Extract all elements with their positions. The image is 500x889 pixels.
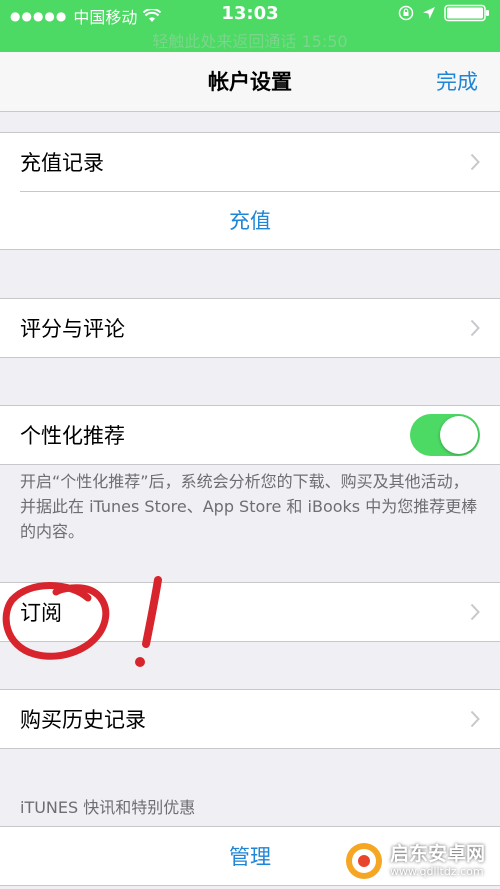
personalized-recommendations-row: 个性化推荐 [0, 406, 500, 464]
rotation-lock-icon [398, 5, 414, 21]
subscriptions-row[interactable]: 订阅 [0, 583, 500, 641]
recharge-history-row[interactable]: 充值记录 [0, 133, 500, 191]
manage-label: 管理 [229, 845, 271, 869]
status-bar: ●●●●● 中国移动 13:03 轻触此处来返回通话 15:50 [0, 0, 500, 52]
chevron-right-icon [470, 319, 480, 337]
ratings-reviews-label: 评分与评论 [20, 317, 125, 341]
personalized-group: 个性化推荐 [0, 405, 500, 465]
purchase-history-label: 购买历史记录 [20, 708, 146, 732]
done-button[interactable]: 完成 [436, 66, 478, 96]
purchase-history-row[interactable]: 购买历史记录 [0, 690, 500, 748]
chevron-right-icon [470, 603, 480, 621]
recharge-history-label: 充值记录 [20, 151, 104, 175]
itunes-section-header: iTUNES 快讯和特别优惠 [20, 798, 196, 817]
watermark-logo-icon [346, 843, 382, 879]
location-arrow-icon [423, 7, 435, 19]
watermark-url: www.qdlltdz.com [390, 865, 484, 878]
personalized-footnote: 开启“个性化推荐”后，系统会分析您的下载、购买及其他活动，并据此在 iTunes… [20, 472, 478, 541]
battery-icon [444, 4, 489, 22]
return-to-call-banner[interactable]: 轻触此处来返回通话 15:50 [0, 28, 500, 52]
recharge-group: 充值记录 充值 [0, 132, 500, 250]
recharge-button[interactable]: 充值 [0, 191, 500, 249]
subscriptions-group: 订阅 [0, 582, 500, 642]
recharge-label: 充值 [229, 209, 271, 233]
watermark: 启东安卓网 www.qdlltdz.com [344, 839, 494, 883]
page-title: 帐户设置 [208, 70, 292, 94]
status-right [398, 4, 490, 22]
nav-bar: 帐户设置 完成 [0, 52, 500, 112]
purchase-history-group: 购买历史记录 [0, 689, 500, 749]
chevron-right-icon [470, 153, 480, 171]
toggle-knob [440, 416, 478, 454]
chevron-right-icon [470, 710, 480, 728]
ratings-reviews-row[interactable]: 评分与评论 [0, 299, 500, 357]
subscriptions-label: 订阅 [20, 601, 62, 625]
ratings-group: 评分与评论 [0, 298, 500, 358]
personalized-recommendations-toggle[interactable] [410, 414, 480, 456]
watermark-text: 启东安卓网 [390, 843, 486, 865]
personalized-recommendations-label: 个性化推荐 [20, 424, 125, 448]
